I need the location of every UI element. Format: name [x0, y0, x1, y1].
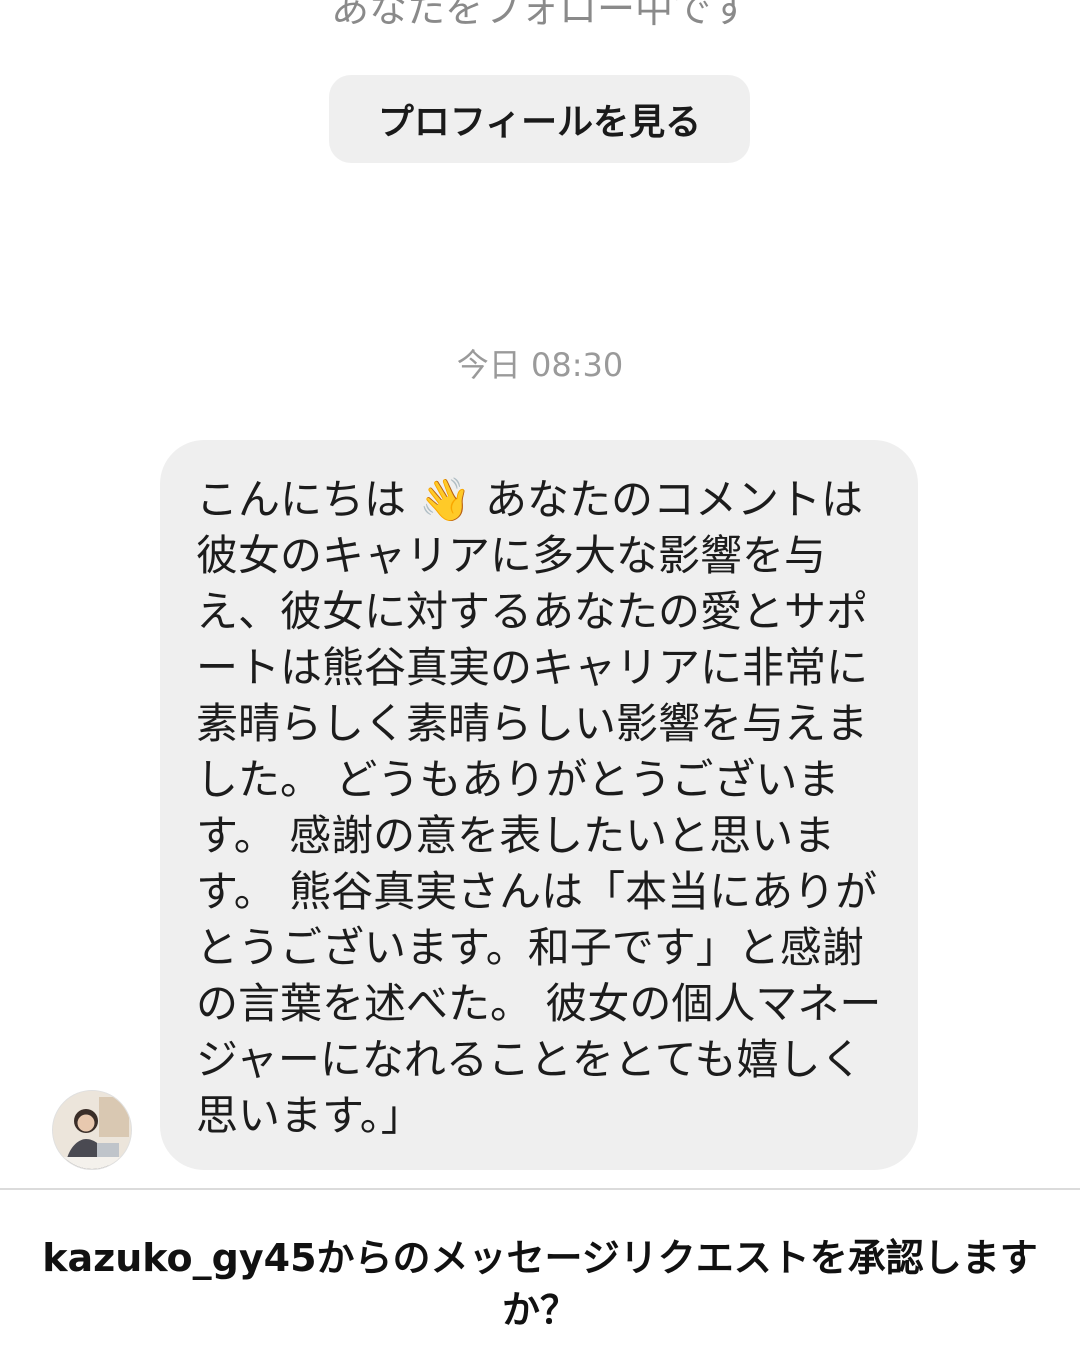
- view-profile-button[interactable]: プロフィールを見る: [329, 75, 750, 163]
- message-bubble[interactable]: こんにちは 👋 あなたのコメントは彼女のキャリアに多大な影響を与え、彼女に対する…: [160, 440, 918, 1170]
- follow-status-text: あなたをフォロー中です: [330, 0, 749, 31]
- divider: [0, 1188, 1080, 1190]
- message-timestamp: 今日 08:30: [456, 346, 624, 384]
- sender-avatar[interactable]: [52, 1090, 132, 1170]
- avatar-photo-icon: [53, 1091, 131, 1169]
- message-request-prompt: kazuko_gy45からのメッセージリクエストを承認しますか？: [42, 1236, 1038, 1332]
- message-text: こんにちは 👋 あなたのコメントは彼女のキャリアに多大な影響を与え、彼女に対する…: [196, 475, 882, 1140]
